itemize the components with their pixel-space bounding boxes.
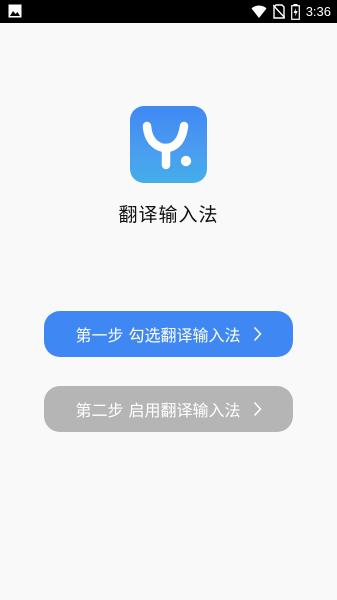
battery-charging-icon [290, 3, 300, 20]
step-one-label: 第一步 勾选翻译输入法 [75, 326, 241, 345]
step-one-button[interactable]: 第一步 勾选翻译输入法 [44, 311, 293, 357]
step-two-button[interactable]: 第二步 启用翻译输入法 [44, 386, 293, 432]
wifi-icon [251, 5, 267, 18]
chevron-right-icon [253, 326, 262, 342]
chevron-right-icon [253, 401, 262, 417]
status-bar: 3:36 [0, 0, 337, 23]
no-sim-icon [272, 4, 285, 19]
y-dot-logo-icon [142, 121, 192, 170]
app-logo [130, 106, 207, 183]
gallery-notification-icon [8, 4, 22, 18]
step-two-label: 第二步 启用翻译输入法 [75, 401, 241, 420]
status-time: 3:36 [305, 4, 331, 19]
app-title: 翻译输入法 [118, 204, 219, 226]
